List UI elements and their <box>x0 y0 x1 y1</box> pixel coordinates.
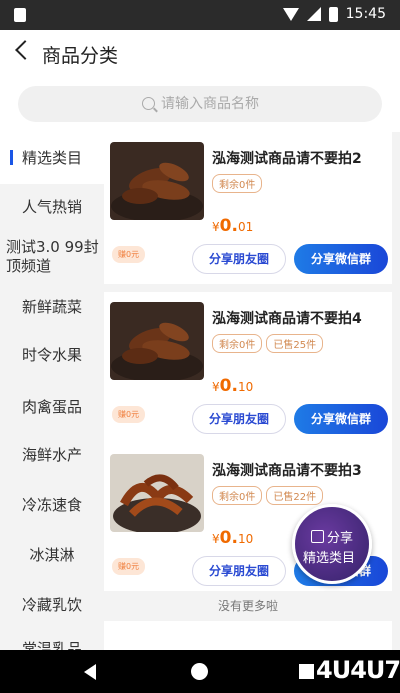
sidebar-item-featured[interactable]: 精选类目 <box>0 132 104 184</box>
sidebar-item-seafood[interactable]: 海鲜水产 <box>0 446 104 465</box>
status-bar: 15:45 <box>0 0 400 30</box>
search-box[interactable] <box>18 86 382 122</box>
product-title: 泓海测试商品请不要拍4 <box>212 311 362 327</box>
share-wechat-group-button[interactable]: 分享微信群 <box>294 244 388 274</box>
sidebar-item-dairy[interactable]: 常温乳品 <box>0 640 104 650</box>
wifi-icon <box>282 7 299 21</box>
sidebar-item-chilled-dairy[interactable]: 冷藏乳饮 <box>0 596 104 615</box>
product-price: ¥0.10 <box>212 528 254 548</box>
product-image <box>110 302 204 380</box>
share-moments-button[interactable]: 分享朋友圈 <box>192 556 286 586</box>
watermark-logo: 4U4U7 <box>316 656 400 684</box>
nav-back-icon[interactable] <box>84 664 96 680</box>
share-category-fab[interactable]: 分享 精选类目 <box>292 504 372 584</box>
category-sidebar: 精选类目 人气热销 测试3.0 99封顶频道 新鲜蔬菜 时令水果 肉禽蛋品 海鲜… <box>0 132 104 650</box>
divider <box>104 284 392 292</box>
sidebar-item-popular[interactable]: 人气热销 <box>0 198 104 217</box>
sidebar-item-meat-eggs[interactable]: 肉禽蛋品 <box>0 398 104 417</box>
sold-badge: 已售22件 <box>266 486 324 505</box>
back-arrow-icon[interactable] <box>15 40 35 60</box>
sidebar-item-test-channel[interactable]: 测试3.0 99封顶频道 <box>0 238 104 276</box>
product-card[interactable]: 泓海测试商品请不要拍4 剩余0件 已售25件 ¥0.10 赚0元 分享朋友圈 分… <box>104 292 392 444</box>
share-wechat-group-button[interactable]: 分享微信群 <box>294 404 388 434</box>
share-moments-button[interactable]: 分享朋友圈 <box>192 244 286 274</box>
fab-label-category: 精选类目 <box>303 551 356 566</box>
sold-badge: 已售25件 <box>266 334 324 353</box>
product-image <box>110 142 204 220</box>
share-moments-button[interactable]: 分享朋友圈 <box>192 404 286 434</box>
stock-badge: 剩余0件 <box>212 486 263 505</box>
fab-label-share: 分享 <box>327 531 354 546</box>
sd-card-icon <box>14 8 26 22</box>
sidebar-item-vegetables[interactable]: 新鲜蔬菜 <box>0 298 104 317</box>
product-title: 泓海测试商品请不要拍3 <box>212 463 362 479</box>
product-price: ¥0.01 <box>212 216 254 236</box>
sidebar-item-ice-cream[interactable]: 冰淇淋 <box>0 546 104 565</box>
nav-home-icon[interactable] <box>191 663 208 680</box>
sidebar-item-frozen[interactable]: 冷冻速食 <box>0 496 104 515</box>
no-more-text: 没有更多啦 <box>104 591 392 621</box>
page-title: 商品分类 <box>42 45 119 67</box>
product-image <box>110 454 204 532</box>
sidebar-item-fruits[interactable]: 时令水果 <box>0 346 104 365</box>
earn-badge: 赚0元 <box>112 406 146 423</box>
earn-badge: 赚0元 <box>112 246 146 263</box>
header: 商品分类 <box>0 30 400 76</box>
nav-recent-apps-icon[interactable] <box>299 664 314 679</box>
battery-icon <box>328 6 338 22</box>
share-icon <box>311 530 324 543</box>
stock-badge: 剩余0件 <box>212 334 263 353</box>
status-time: 15:45 <box>345 6 386 22</box>
product-price: ¥0.10 <box>212 376 254 396</box>
search-input[interactable] <box>161 94 361 114</box>
search-icon <box>142 97 155 110</box>
stock-badge: 剩余0件 <box>212 174 263 193</box>
product-title: 泓海测试商品请不要拍2 <box>212 151 362 167</box>
earn-badge: 赚0元 <box>112 558 146 575</box>
search-bar <box>0 76 400 132</box>
signal-icon <box>306 7 321 21</box>
product-card[interactable]: 泓海测试商品请不要拍2 剩余0件 ¥0.01 赚0元 分享朋友圈 分享微信群 <box>104 132 392 284</box>
